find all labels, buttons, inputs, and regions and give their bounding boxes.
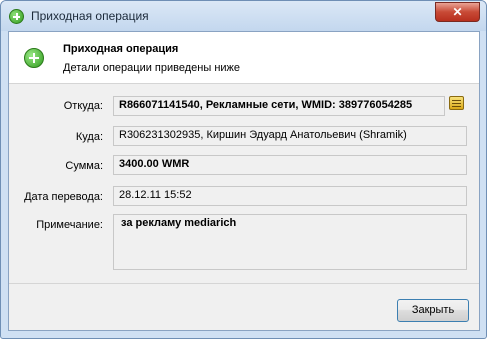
dialog-header: Приходная операция Детали операции приве… <box>9 32 479 84</box>
to-field[interactable]: R306231302935, Киршин Эдуард Анатольевич… <box>113 126 467 146</box>
to-label: Куда: <box>75 131 103 143</box>
add-circle-icon <box>9 9 24 24</box>
amount-field[interactable]: 3400.00 WMR <box>113 155 467 175</box>
header-subtitle: Детали операции приведены ниже <box>63 62 241 74</box>
date-field[interactable]: 28.12.11 15:52 <box>113 186 467 206</box>
header-title: Приходная операция <box>63 43 179 55</box>
amount-label: Сумма: <box>65 160 103 172</box>
window-close-button[interactable]: ✕ <box>435 2 480 22</box>
add-circle-icon <box>24 48 44 68</box>
date-label: Дата перевода: <box>24 191 103 203</box>
footer-divider <box>9 283 479 284</box>
from-field[interactable]: R866071141540, Рекламные сети, WMID: 389… <box>113 96 445 116</box>
close-button[interactable]: Закрыть <box>397 299 469 322</box>
purse-icon[interactable] <box>449 96 464 110</box>
note-label: Примечание: <box>36 219 103 231</box>
dialog-window: Приходная операция ✕ Приходная операция … <box>0 0 487 339</box>
title-bar[interactable]: Приходная операция ✕ <box>1 1 486 31</box>
window-title: Приходная операция <box>31 9 149 23</box>
dialog-body: Приходная операция Детали операции приве… <box>8 31 480 331</box>
note-field[interactable]: за рекламу mediarich <box>113 214 467 270</box>
from-label: Откуда: <box>63 100 103 112</box>
